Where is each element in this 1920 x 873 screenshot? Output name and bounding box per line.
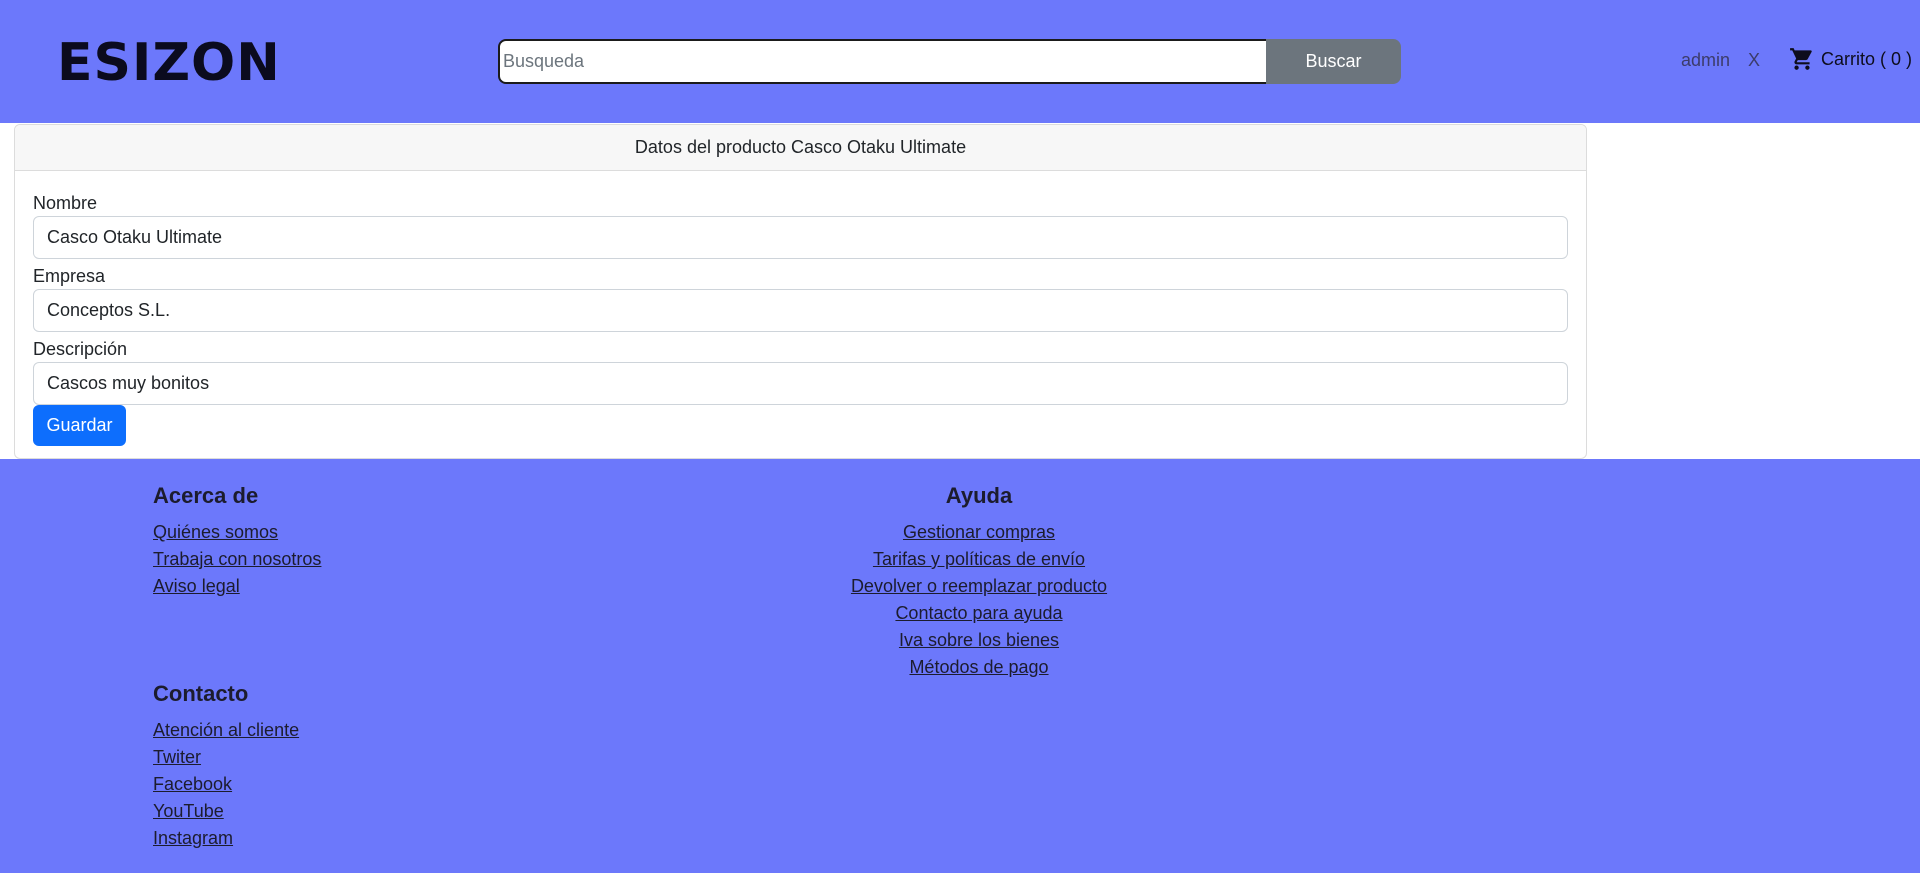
site-footer: Acerca de Quiénes somos Trabaja con noso… [0,459,1920,873]
footer-contact-title: Contacto [153,681,249,706]
product-card: Datos del producto Casco Otaku Ultimate … [14,124,1587,459]
description-field[interactable] [33,362,1568,405]
logout-link[interactable]: X [1748,50,1760,71]
search-input[interactable] [498,39,1266,84]
footer-link-careers[interactable]: Trabaja con nosotros [153,546,321,573]
search-form: Buscar [498,39,1401,84]
user-link[interactable]: admin [1681,50,1730,71]
footer-link-instagram[interactable]: Instagram [153,825,299,852]
cart-label: Carrito ( 0 ) [1821,48,1913,69]
card-title: Datos del producto Casco Otaku Ultimate [15,125,1586,171]
name-field[interactable] [33,216,1568,259]
footer-link-facebook[interactable]: Facebook [153,771,299,798]
footer-link-returns[interactable]: Devolver o reemplazar producto [779,573,1179,600]
footer-link-customer-service[interactable]: Atención al cliente [153,717,299,744]
footer-link-payment-methods[interactable]: Métodos de pago [779,654,1179,681]
footer-link-manage-purchases[interactable]: Gestionar compras [779,519,1179,546]
cart-icon [1789,46,1815,72]
search-button[interactable]: Buscar [1266,39,1401,84]
site-logo[interactable]: ESIZON [57,33,281,93]
site-header: ESIZON Buscar admin X Carrito ( 0 ) [0,0,1920,123]
description-label: Descripción [33,339,128,359]
footer-link-twitter[interactable]: Twiter [153,744,299,771]
product-form: Nombre Empresa Descripción Guardar [15,171,1586,446]
footer-link-shipping[interactable]: Tarifas y políticas de envío [779,546,1179,573]
footer-link-about-us[interactable]: Quiénes somos [153,519,321,546]
footer-about: Acerca de Quiénes somos Trabaja con noso… [153,483,321,600]
company-field[interactable] [33,289,1568,332]
name-label: Nombre [33,193,98,213]
company-label: Empresa [33,266,106,286]
footer-link-legal[interactable]: Aviso legal [153,573,321,600]
footer-about-title: Acerca de [153,483,259,508]
footer-link-vat[interactable]: Iva sobre los bienes [779,627,1179,654]
footer-link-youtube[interactable]: YouTube [153,798,299,825]
footer-contact: Contacto Atención al cliente Twiter Face… [153,681,299,852]
footer-help: Ayuda Gestionar compras Tarifas y políti… [779,483,1179,681]
footer-link-help-contact[interactable]: Contacto para ayuda [779,600,1179,627]
save-button[interactable]: Guardar [33,405,126,446]
footer-help-title: Ayuda [945,483,1013,508]
cart-link[interactable]: Carrito ( 0 ) [1789,46,1912,72]
